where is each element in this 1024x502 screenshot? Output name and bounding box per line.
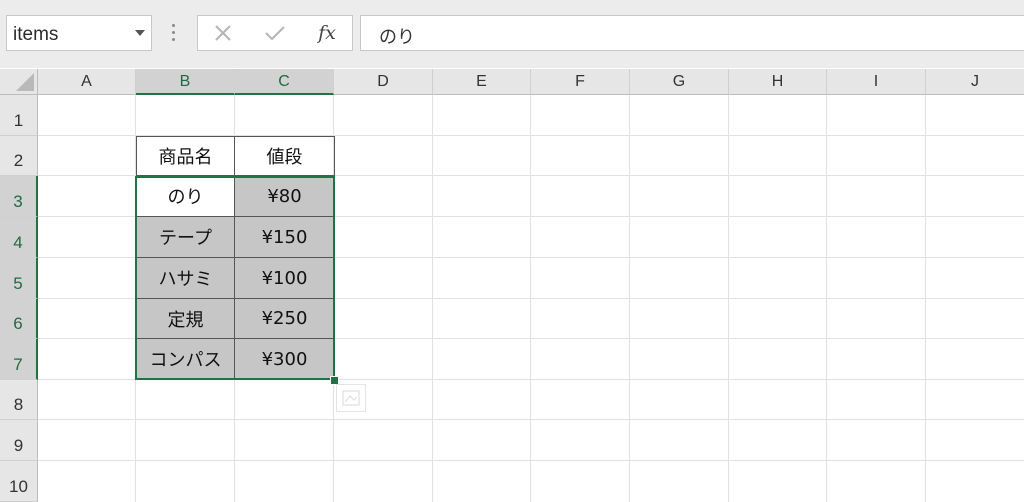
column-header-e[interactable]: E [433,69,531,95]
column-header-h[interactable]: H [729,69,827,95]
quick-analysis-icon [342,390,360,406]
row-header-7[interactable]: 7 [0,339,38,380]
gridline-vertical [728,95,729,502]
worksheet-grid: ABCDEFGHIJ 1 2 3 4 5 6 7 8 9 10 商品名 値段 のり ¥80 テープ ¥150… [0,0,1024,502]
column-header-d[interactable]: D [334,69,433,95]
product-name-cell[interactable]: コンパス [136,339,235,380]
gridline-vertical [530,95,531,502]
row-header-5[interactable]: 5 [0,258,38,299]
row-header-9[interactable]: 9 [0,420,38,461]
price-cell[interactable]: ¥250 [235,299,335,339]
column-header-f[interactable]: F [531,69,630,95]
product-name-cell[interactable]: のり [136,176,235,217]
row-header-10[interactable]: 10 [0,461,38,502]
column-header-i[interactable]: I [827,69,926,95]
header-cell-product-name[interactable]: 商品名 [136,136,235,176]
price-cell[interactable]: ¥80 [235,176,335,217]
gridline-vertical [432,95,433,502]
price-cell[interactable]: ¥100 [235,258,335,299]
row-header-4[interactable]: 4 [0,217,38,258]
row-header-2[interactable]: 2 [0,136,38,176]
row-header-1[interactable]: 1 [0,95,38,136]
column-header-j[interactable]: J [926,69,1024,95]
column-header-b[interactable]: B [136,69,235,95]
quick-analysis-button[interactable] [336,384,366,412]
header-cell-price[interactable]: 値段 [235,136,335,176]
gridline-vertical [629,95,630,502]
product-name-cell[interactable]: ハサミ [136,258,235,299]
price-cell[interactable]: ¥300 [235,339,335,380]
row-header-3[interactable]: 3 [0,176,38,217]
price-cell[interactable]: ¥150 [235,217,335,258]
column-header-g[interactable]: G [630,69,729,95]
column-header-a[interactable]: A [38,69,136,95]
row-header-8[interactable]: 8 [0,380,38,420]
gridline-vertical [826,95,827,502]
gridline-vertical [925,95,926,502]
gridline-horizontal [38,419,1024,420]
row-header-6[interactable]: 6 [0,299,38,339]
select-all-button[interactable] [0,69,38,95]
column-header-c[interactable]: C [235,69,334,95]
gridline-horizontal [38,460,1024,461]
product-name-cell[interactable]: テープ [136,217,235,258]
product-name-cell[interactable]: 定規 [136,299,235,339]
